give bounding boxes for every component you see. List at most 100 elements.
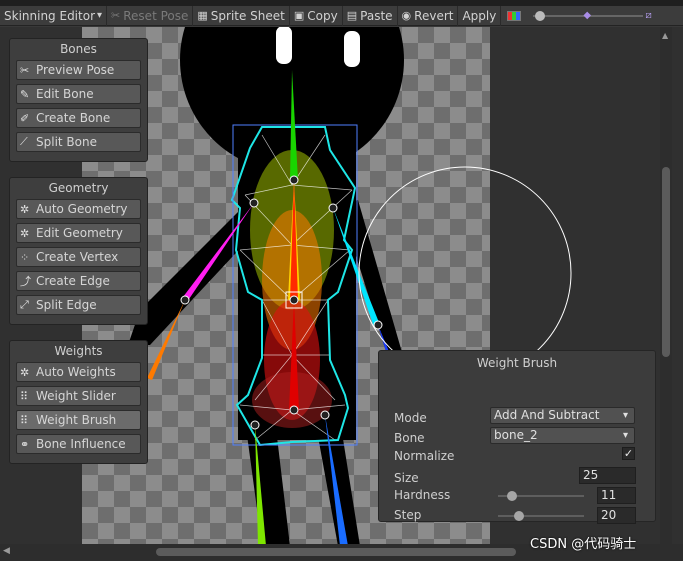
geometry-panel-title: Geometry [48, 181, 109, 195]
apply-label: Apply [462, 8, 497, 23]
paste-button[interactable]: ▤ Paste [343, 5, 398, 26]
sprite-right-eye [344, 31, 360, 67]
weight-slider-button[interactable]: ⠿ Weight Slider [16, 386, 141, 406]
bone-joint[interactable] [373, 320, 383, 330]
revert-label: Revert [414, 8, 454, 23]
bone-label: Bone [394, 431, 425, 445]
step-slider[interactable] [498, 509, 584, 523]
split-bone-label: Split Bone [36, 135, 97, 149]
geometry-panel: Geometry ✲ Auto Geometry ✲ Edit Geometry ⁘… [9, 177, 148, 325]
bone-influence-button[interactable]: ⚭ Bone Influence [16, 434, 141, 454]
bone-joint[interactable] [328, 203, 338, 213]
sprite-left-eye [276, 27, 292, 64]
create-bone-label: Create Bone [36, 111, 111, 125]
paste-icon: ▤ [346, 9, 358, 22]
split-bone-button[interactable]: ⟋ Split Bone [16, 132, 141, 152]
edit-bone-button[interactable]: ✎ Edit Bone [16, 84, 141, 104]
bone-influence-icon: ⚭ [20, 437, 30, 451]
preview-pose-icon: ✂ [20, 63, 30, 77]
create-vertex-label: Create Vertex [36, 250, 119, 264]
copy-button[interactable]: ▣ Copy [290, 5, 343, 26]
editor-mode-dropdown[interactable]: Skinning Editor [0, 5, 108, 26]
preview-pose-label: Preview Pose [36, 63, 115, 77]
split-edge-button[interactable]: ⤢ Split Edge [16, 295, 141, 315]
mode-label: Mode [394, 411, 427, 425]
editor-mode-label: Skinning Editor [4, 8, 95, 23]
horizontal-scroll-thumb[interactable] [156, 548, 516, 556]
edit-geometry-icon: ✲ [20, 226, 30, 240]
weights-panel-title: Weights [54, 344, 103, 358]
preview-pose-button[interactable]: ✂ Preview Pose [16, 60, 141, 80]
weight-slider-icon: ⠿ [20, 389, 29, 403]
scroll-left-icon[interactable]: ◀ [3, 546, 10, 556]
bone-joint[interactable] [180, 295, 190, 305]
weight-brush-icon: ⠿ [20, 413, 29, 427]
toolbar: Skinning Editor ✂Reset Pose ▦Sprite Shee… [0, 5, 683, 26]
mode-dropdown[interactable]: Add And Subtract [490, 407, 635, 424]
split-edge-icon: ⤢ [20, 298, 29, 311]
hardness-slider[interactable] [498, 489, 584, 503]
copy-label: Copy [307, 8, 338, 23]
reset-pose-icon: ✂ [111, 9, 121, 22]
hardness-label: Hardness [394, 488, 451, 502]
normalize-checkbox[interactable]: ✓ [622, 447, 635, 460]
create-edge-button[interactable]: ⤴ Create Edge [16, 271, 141, 291]
step-field[interactable]: 20 [597, 507, 636, 524]
hardness-value: 11 [601, 488, 617, 502]
watermark: CSDN @代码骑士 [530, 537, 637, 552]
bone-joint[interactable] [249, 198, 259, 208]
size-field[interactable]: 25 [579, 467, 636, 484]
auto-weights-button[interactable]: ✲ Auto Weights [16, 362, 141, 382]
bone-value: bone_2 [494, 428, 538, 442]
copy-icon: ▣ [293, 9, 305, 22]
create-bone-button[interactable]: ✐ Create Bone [16, 108, 141, 128]
bone-joint[interactable] [289, 405, 299, 415]
hardness-field[interactable]: 11 [597, 487, 636, 504]
weights-panel: Weights ✲ Auto Weights ⠿ Weight Slider ⠿ We… [9, 340, 148, 464]
auto-geometry-button[interactable]: ✲ Auto Geometry [16, 199, 141, 219]
revert-button[interactable]: ◉ Revert [398, 5, 459, 26]
edit-bone-icon: ✎ [20, 87, 30, 101]
weight-slider-label: Weight Slider [36, 389, 116, 403]
step-value: 20 [601, 508, 617, 522]
apply-button[interactable]: Apply [458, 5, 502, 26]
bone-joint[interactable] [289, 175, 299, 185]
bone-dropdown[interactable]: bone_2 [490, 427, 635, 444]
reset-pose-button[interactable]: ✂ Reset Pose [107, 5, 194, 26]
weight-brush-button[interactable]: ⠿ Weight Brush [16, 410, 141, 430]
bone-joint[interactable] [250, 420, 260, 430]
sprite-sheet-label: Sprite Sheet [210, 8, 285, 23]
create-vertex-icon: ⁘ [20, 250, 30, 264]
vertical-scroll-thumb[interactable] [662, 167, 670, 357]
grid-icon: ▦ [197, 9, 208, 22]
auto-geometry-label: Auto Geometry [36, 202, 128, 216]
step-slider-track [498, 515, 584, 517]
size-label: Size [394, 471, 419, 485]
weight-brush-panel: Weight Brush Mode Add And Subtract Bone … [378, 350, 656, 524]
create-vertex-button[interactable]: ⁘ Create Vertex [16, 247, 141, 267]
create-edge-icon: ⤴ [20, 275, 31, 288]
edit-bone-label: Edit Bone [36, 87, 94, 101]
eye-icon: ◉ [401, 9, 412, 22]
split-bone-icon: ⟋ [20, 135, 28, 148]
hardness-slider-knob[interactable] [507, 491, 517, 501]
weight-brush-label: Weight Brush [36, 413, 117, 427]
bone-influence-label: Bone Influence [36, 437, 126, 451]
normalize-label: Normalize [394, 449, 455, 463]
slider-knob[interactable] [535, 10, 546, 21]
size-value: 25 [583, 468, 599, 482]
mesh-opacity-slider[interactable]: ◆ [533, 6, 644, 26]
vertical-scrollbar[interactable]: ▲ [660, 27, 672, 546]
split-edge-label: Split Edge [36, 298, 97, 312]
bones-panel: Bones ✂ Preview Pose ✎ Edit Bone ✐ Create B… [9, 38, 148, 162]
sprite-sheet-button[interactable]: ▦ Sprite Sheet [193, 5, 290, 26]
step-slider-knob[interactable] [514, 511, 524, 521]
scroll-up-icon[interactable]: ▲ [662, 31, 668, 40]
create-edge-label: Create Edge [36, 274, 110, 288]
edit-geometry-button[interactable]: ✲ Edit Geometry [16, 223, 141, 243]
auto-weights-label: Auto Weights [36, 365, 116, 379]
color-toggle-icon[interactable] [507, 10, 522, 21]
bone-joint[interactable] [320, 410, 330, 420]
pin-icon[interactable]: ⧄ [645, 10, 651, 21]
bone-joint[interactable] [289, 295, 299, 305]
